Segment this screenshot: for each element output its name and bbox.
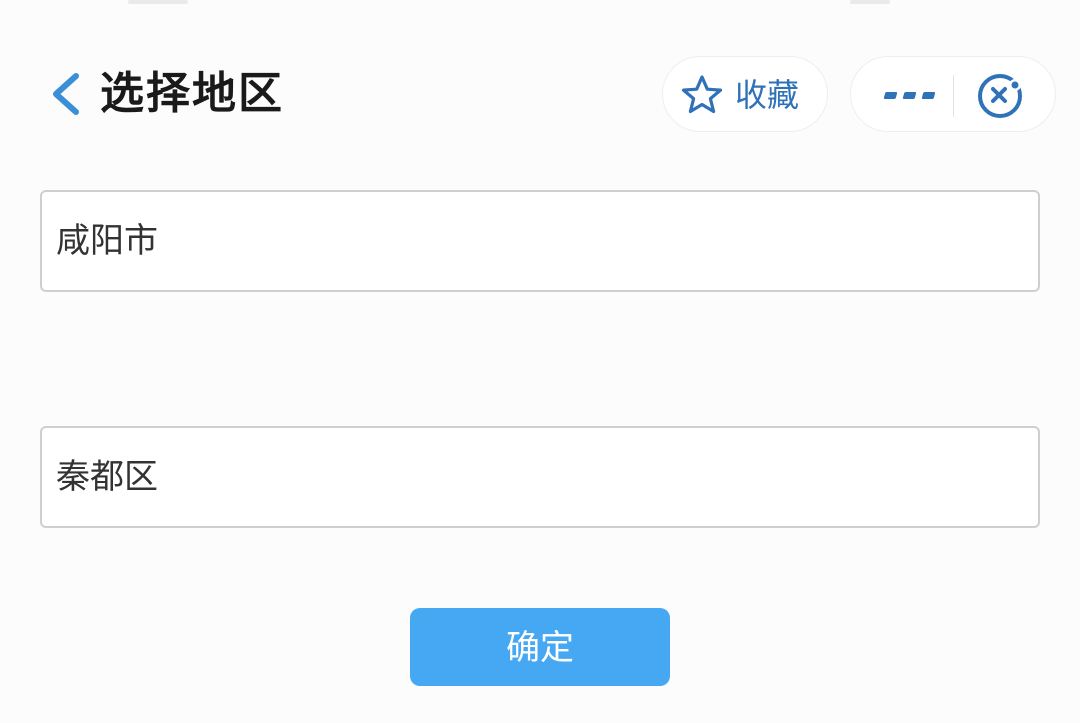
status-bar-fragment: [128, 0, 188, 4]
favorite-label: 收藏: [735, 76, 800, 114]
confirm-button[interactable]: 确定: [410, 608, 670, 686]
city-select[interactable]: 咸阳市: [40, 190, 1040, 292]
chevron-left-icon: [53, 73, 79, 115]
more-button[interactable]: [871, 75, 941, 115]
city-value: 咸阳市: [56, 221, 158, 261]
more-icon: [883, 92, 936, 99]
close-button[interactable]: [975, 71, 1025, 121]
back-button[interactable]: [46, 70, 92, 118]
status-bar-fragment: [850, 0, 890, 4]
nav-header: 选择地区 收藏: [0, 52, 1080, 142]
favorite-button[interactable]: 收藏: [662, 56, 828, 132]
page-title: 选择地区: [100, 68, 284, 119]
page: 选择地区 收藏 咸阳市 秦都区 确定: [0, 0, 1080, 723]
capsule-divider: [953, 75, 954, 117]
mini-program-capsule: [850, 56, 1056, 132]
star-icon: [681, 75, 723, 114]
close-target-icon: [978, 74, 1022, 118]
district-select[interactable]: 秦都区: [40, 426, 1040, 528]
district-value: 秦都区: [56, 457, 158, 497]
